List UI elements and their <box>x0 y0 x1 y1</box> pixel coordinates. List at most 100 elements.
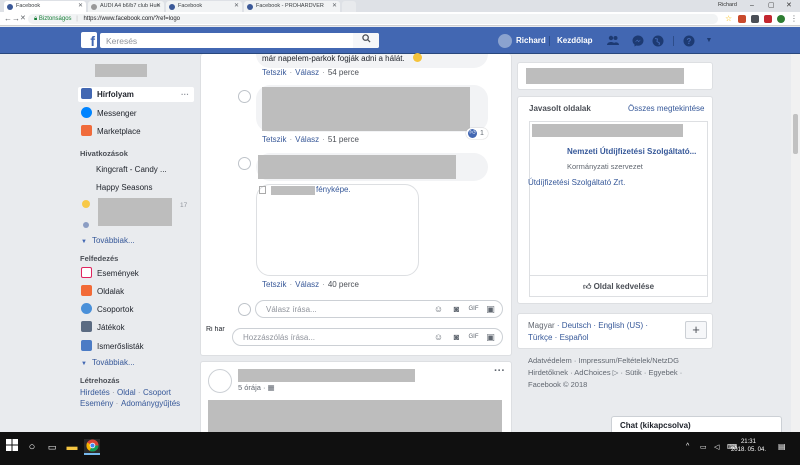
reply-link[interactable]: Válasz <box>295 68 319 77</box>
redacted-shortcut[interactable] <box>98 198 172 226</box>
redacted-poster-name[interactable] <box>238 369 415 382</box>
reply-input[interactable] <box>266 304 416 315</box>
maximize-icon[interactable]: ▢ <box>768 0 775 11</box>
search-button[interactable] <box>353 33 379 48</box>
sidebar-item-groups[interactable]: Csoportok <box>81 302 133 317</box>
star-icon[interactable]: ☆ <box>725 13 732 25</box>
close-tab-icon[interactable]: ✕ <box>156 1 161 12</box>
minimize-icon[interactable]: – <box>750 0 754 11</box>
volume-icon[interactable]: ◁ <box>714 443 719 451</box>
close-window-icon[interactable]: ✕ <box>786 0 792 11</box>
page-image-alt[interactable]: Útdíjfizetési Szolgáltató Zrt. <box>528 178 625 187</box>
footer-link[interactable]: Impressum/Feltételek/NetzDG <box>578 356 678 365</box>
like-link[interactable]: Tetszik <box>262 280 286 289</box>
gif-icon[interactable]: GIF <box>468 304 479 315</box>
task-view-icon[interactable]: ▭ <box>44 439 60 455</box>
help-icon[interactable]: ? <box>683 35 695 47</box>
footer-link[interactable]: AdChoices <box>574 368 610 377</box>
sidebar-item-shortcut[interactable]: Happy Seasons <box>96 183 152 192</box>
reaction-count[interactable]: 👍︎ 1 <box>466 128 488 139</box>
browser-menu-icon[interactable]: ⋮ <box>790 13 798 25</box>
camera-icon[interactable]: ◙ <box>451 304 462 315</box>
footer-link[interactable]: Adatvédelem <box>528 356 572 365</box>
commenter-avatar[interactable] <box>238 90 251 103</box>
page-name-link[interactable]: Nemzeti Útdíjfizetési Szolgáltató... <box>567 147 696 156</box>
language-link[interactable]: Español <box>560 333 589 342</box>
taskbar-clock[interactable]: 21:31 2018. 05. 04. <box>731 438 766 454</box>
notifications-globe-icon[interactable] <box>652 35 664 47</box>
browser-tab-facebook[interactable]: Facebook ✕ <box>4 1 86 12</box>
create-ad-link[interactable]: Hirdetés · <box>80 388 115 397</box>
windows-start-icon[interactable] <box>4 439 20 455</box>
chrome-taskbar-icon[interactable] <box>84 439 100 455</box>
emoji-icon[interactable]: ☺ <box>433 304 444 315</box>
more-options-icon[interactable]: ··· <box>181 87 189 102</box>
scrollbar-thumb[interactable] <box>793 114 798 154</box>
comment-photo[interactable]: fényképe. <box>256 184 419 276</box>
messenger-icon[interactable] <box>632 35 644 47</box>
add-language-button[interactable]: + <box>685 321 707 339</box>
language-link[interactable]: Deutsch <box>562 321 591 330</box>
footer-link[interactable]: Sütik <box>625 368 642 377</box>
language-link[interactable]: Türkçe <box>528 333 552 342</box>
sidebar-item-marketplace[interactable]: Marketplace <box>81 124 141 139</box>
url-field[interactable]: 🔒︎ Biztonságos | https://www.facebook.co… <box>28 14 718 24</box>
poster-avatar[interactable] <box>208 369 232 393</box>
comment-input[interactable] <box>243 332 393 343</box>
sidebar-item-events[interactable]: Események <box>81 266 139 281</box>
extension-icon[interactable] <box>777 15 785 23</box>
create-fundraiser-link[interactable]: Adománygyűjtés <box>121 399 180 408</box>
sticker-icon[interactable]: ▣ <box>485 332 496 343</box>
close-tab-icon[interactable]: ✕ <box>234 1 239 12</box>
profile-name-redacted[interactable] <box>95 64 147 77</box>
sidebar-item-games[interactable]: Játékok <box>81 320 125 335</box>
camera-icon[interactable]: ◙ <box>451 332 462 343</box>
home-link[interactable]: Kezdőlap <box>557 35 593 47</box>
footer-link[interactable]: Hirdetőknek <box>528 368 568 377</box>
browser-tab-facebook-2[interactable]: Facebook ✕ <box>166 1 242 12</box>
reply-link[interactable]: Válasz <box>295 135 319 144</box>
emoji-icon[interactable]: ☺ <box>433 332 444 343</box>
tray-chevron-up-icon[interactable]: ^ <box>686 443 689 450</box>
comment-box[interactable]: ☺ ◙ GIF ▣ <box>232 328 503 346</box>
browser-tab-prohardver[interactable]: Facebook - PROHARDVER ✕ <box>244 1 340 12</box>
reply-link[interactable]: Válasz <box>295 280 319 289</box>
close-tab-icon[interactable]: ✕ <box>78 1 83 12</box>
extension-icon[interactable] <box>751 15 759 23</box>
facebook-logo[interactable]: f <box>81 32 97 48</box>
like-link[interactable]: Tetszik <box>262 68 286 77</box>
stop-icon[interactable]: ✕ <box>20 13 26 25</box>
commenter-avatar[interactable] <box>238 157 251 170</box>
sidebar-item-shortcut[interactable]: Kingcraft - Candy ... <box>96 165 167 174</box>
footer-link[interactable]: Egyebek <box>648 368 677 377</box>
sidebar-item-messenger[interactable]: Messenger <box>81 106 137 121</box>
sidebar-item-news-feed[interactable]: Hírfolyam ··· <box>78 87 194 102</box>
network-icon[interactable]: ▭ <box>700 443 707 451</box>
language-link[interactable]: English (US) <box>598 321 643 330</box>
sidebar-item-pages[interactable]: Oldalak <box>81 284 124 299</box>
forward-icon[interactable]: → <box>12 13 20 25</box>
notifications-icon[interactable]: ▤ <box>778 442 786 451</box>
gif-icon[interactable]: GIF <box>468 332 479 343</box>
create-group-link[interactable]: Csoport <box>143 388 171 397</box>
file-explorer-icon[interactable]: ▬ <box>64 439 80 455</box>
post-timestamp[interactable]: 5 órája · ▦ <box>238 383 275 392</box>
search-input[interactable] <box>100 33 379 48</box>
post-options-icon[interactable]: ··· <box>494 365 505 377</box>
see-more-explore-link[interactable]: ▼ Továbbiak... <box>81 358 135 367</box>
new-tab-button[interactable] <box>342 1 356 12</box>
close-tab-icon[interactable]: ✕ <box>332 1 337 12</box>
like-link[interactable]: Tetszik <box>262 135 286 144</box>
see-all-link[interactable]: Összes megtekintése <box>628 104 704 113</box>
friend-requests-icon[interactable] <box>607 35 619 47</box>
profile-link[interactable]: Richard <box>516 35 546 47</box>
browser-tab-audi[interactable]: AUDI A4 b6/b7 club Hun ✕ <box>88 1 164 12</box>
search-icon[interactable]: ○ <box>24 439 40 455</box>
sticker-icon[interactable]: ▣ <box>485 304 496 315</box>
extension-icon[interactable] <box>764 15 772 23</box>
see-more-shortcuts-link[interactable]: ▼ Továbbiak... <box>81 236 135 245</box>
back-icon[interactable]: ← <box>4 13 12 25</box>
reply-box[interactable]: ☺ ◙ GIF ▣ <box>255 300 503 318</box>
like-page-button[interactable]: 👍︎ Oldal kedvelése <box>530 275 707 297</box>
create-event-link[interactable]: Esemény · <box>80 399 118 408</box>
